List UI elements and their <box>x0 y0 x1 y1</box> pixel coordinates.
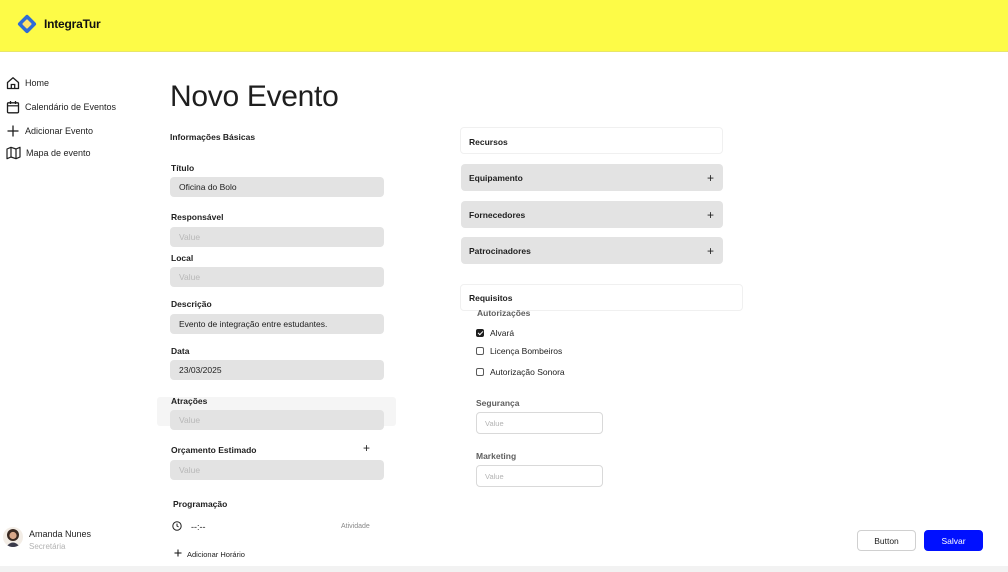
requisitos-card: Requisitos <box>460 284 743 311</box>
user-role: Secretária <box>29 542 66 551</box>
date-input[interactable]: 23/03/2025 <box>170 360 384 380</box>
checkbox-alvara[interactable]: Alvará <box>476 328 514 338</box>
add-schedule-button[interactable]: Adicionar Horário <box>174 549 245 559</box>
accordion-fornecedores[interactable]: Fornecedores + <box>461 201 723 228</box>
orcamento-input[interactable]: Value <box>170 460 384 480</box>
bottom-bar <box>0 566 1008 572</box>
recursos-card: Recursos <box>460 127 723 154</box>
sidebar-item-label: Adicionar Evento <box>25 126 94 136</box>
sidebar-item-label: Home <box>25 78 50 88</box>
schedule-time-value: --:-- <box>191 522 206 532</box>
avatar <box>3 527 23 547</box>
checkbox-licenca-bombeiros[interactable]: Licença Bombeiros <box>476 346 562 356</box>
top-header: IntegraTur <box>0 0 1008 52</box>
map-icon <box>6 146 21 160</box>
accordion-patrocinadores[interactable]: Patrocinadores + <box>461 237 723 264</box>
responsavel-input[interactable]: Value <box>170 227 384 247</box>
programacao-label: Programação <box>173 499 228 509</box>
data-label: Data <box>171 346 190 356</box>
checkbox-checked-icon[interactable] <box>476 329 484 337</box>
sidebar-item-label: Calendário de Eventos <box>25 102 117 112</box>
checkbox-label: Alvará <box>490 328 515 338</box>
schedule-activity-input[interactable]: Atividade <box>341 523 370 530</box>
user-profile[interactable]: Amanda Nunes Secretária <box>3 527 91 551</box>
checkbox-label: Autorização Sonora <box>490 367 565 377</box>
responsavel-label: Responsável <box>171 212 224 222</box>
plus-icon: + <box>706 170 714 185</box>
orcamento-label: Orçamento Estimado <box>171 445 257 455</box>
titulo-input[interactable]: Oficina do Bolo <box>170 177 384 197</box>
calendar-icon <box>6 100 20 114</box>
sidebar-item-add-event[interactable]: Adicionar Evento <box>6 124 93 138</box>
add-schedule-label: Adicionar Horário <box>187 549 245 559</box>
plus-icon: + <box>706 243 714 258</box>
accordion-label: Fornecedores <box>469 209 526 220</box>
titulo-label: Título <box>171 163 195 173</box>
recursos-label: Recursos <box>469 137 508 147</box>
page-title: Novo Evento <box>170 80 339 113</box>
clock-icon <box>172 521 182 533</box>
accordion-equipamento[interactable]: Equipamento + <box>461 164 723 191</box>
add-orcamento-plus-icon[interactable]: + <box>363 442 370 454</box>
plus-icon <box>6 124 20 138</box>
sidebar-item-event-map[interactable]: Mapa de evento <box>6 146 91 160</box>
checkbox-label: Licença Bombeiros <box>490 346 563 356</box>
requisitos-label: Requisitos <box>469 293 513 303</box>
sidebar-item-label: Mapa de evento <box>26 148 91 158</box>
checkbox-unchecked-icon[interactable] <box>476 368 484 376</box>
section-basic-info-label: Informações Básicas <box>170 132 256 142</box>
descricao-input[interactable]: Evento de integração entre estudantes. <box>170 314 384 334</box>
user-name: Amanda Nunes <box>29 529 92 539</box>
plus-icon: + <box>706 207 714 222</box>
schedule-time-field[interactable]: --:-- <box>172 521 206 533</box>
seguranca-label: Segurança <box>476 398 520 408</box>
checkbox-unchecked-icon[interactable] <box>476 347 484 355</box>
secondary-button[interactable]: Button <box>857 530 916 551</box>
plus-icon <box>174 549 182 559</box>
descricao-label: Descrição <box>171 299 212 309</box>
accordion-label: Equipamento <box>469 172 523 183</box>
local-input[interactable]: Value <box>170 267 384 287</box>
home-icon <box>6 76 20 90</box>
user-info: Amanda Nunes Secretária <box>29 527 91 551</box>
marketing-input[interactable]: Value <box>476 465 603 487</box>
autorizacoes-label: Autorizações <box>477 308 531 318</box>
save-button[interactable]: Salvar <box>924 530 983 551</box>
app-logo[interactable]: IntegraTur <box>16 13 101 35</box>
checkbox-autorizacao-sonora[interactable]: Autorização Sonora <box>476 367 565 377</box>
sidebar-item-home[interactable]: Home <box>6 76 49 90</box>
accordion-label: Patrocinadores <box>469 245 531 256</box>
atracoes-input[interactable]: Value <box>170 410 384 430</box>
sidebar-item-calendar[interactable]: Calendário de Eventos <box>6 100 116 114</box>
local-label: Local <box>171 253 194 263</box>
atracoes-label: Atrações <box>171 396 208 406</box>
marketing-label: Marketing <box>476 451 517 461</box>
brand-name: IntegraTur <box>44 17 101 31</box>
logo-diamond-icon <box>16 13 38 35</box>
seguranca-input[interactable]: Value <box>476 412 603 434</box>
